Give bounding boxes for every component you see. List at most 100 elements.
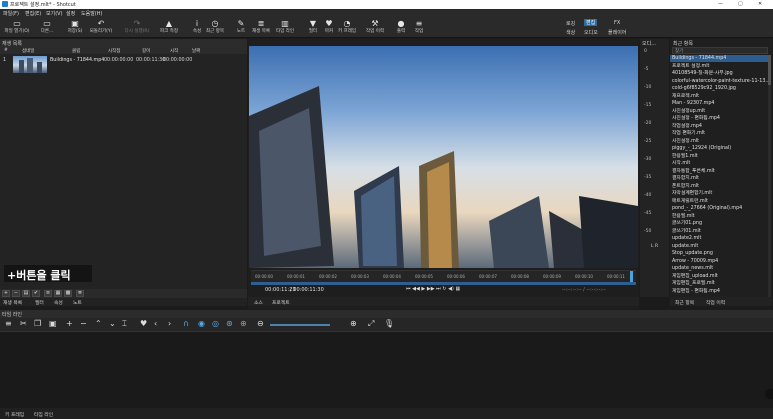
- remove-icon[interactable]: −: [80, 319, 87, 328]
- icons-view-button[interactable]: ▩: [64, 290, 72, 297]
- playlist-button[interactable]: ≣ 재생 목록: [250, 19, 272, 37]
- peak-meter-button[interactable]: ▲ 피크 측정: [158, 19, 180, 37]
- recent-item[interactable]: 글쓰기01.png: [670, 220, 768, 227]
- tab-timeline[interactable]: 타임 라인: [34, 411, 53, 418]
- zoom-slider-icon[interactable]: [270, 324, 330, 326]
- copy-icon[interactable]: ❐: [34, 319, 41, 328]
- check-button[interactable]: ✔: [32, 290, 40, 297]
- cut-icon[interactable]: ✂: [20, 319, 27, 328]
- append-icon[interactable]: +: [66, 319, 73, 328]
- menu-button[interactable]: ≣: [76, 290, 84, 297]
- recent-item[interactable]: 결자통합_푸른체.mlt: [670, 168, 768, 175]
- jobs-button[interactable]: ≡ 작업: [408, 19, 430, 37]
- recent-item[interactable]: cold-g6f8529c92_1920.jpg: [670, 85, 768, 92]
- recent-item[interactable]: 재프로젝.mlt: [670, 93, 768, 100]
- close-button[interactable]: ✕: [758, 1, 762, 7]
- recent-item[interactable]: update2.mlt: [670, 235, 768, 242]
- minimize-button[interactable]: —: [718, 1, 723, 7]
- recent-item[interactable]: 글쓰기01.mlt: [670, 228, 768, 235]
- tab-project[interactable]: 프로젝트: [272, 299, 290, 306]
- zoom-out-icon[interactable]: ⊖: [257, 319, 264, 328]
- folder-button[interactable]: ▭ 파일 열기(O): [4, 19, 30, 37]
- remove-button[interactable]: −: [12, 290, 20, 297]
- layout-player[interactable]: 플레이어: [608, 29, 626, 36]
- col-number[interactable]: #: [4, 48, 8, 53]
- play-icon[interactable]: ▶: [421, 286, 425, 292]
- notes-button[interactable]: ✎ 노트: [230, 19, 252, 37]
- recent-item[interactable]: 작업 편화기.mlt: [670, 130, 768, 137]
- tab-source[interactable]: 소스: [254, 299, 263, 306]
- recent-item[interactable]: 프로젝트 설정.mlt: [670, 63, 768, 70]
- recent-item[interactable]: Stop_update.png: [670, 250, 768, 257]
- tab-playlist[interactable]: 재생 목록: [3, 299, 22, 306]
- recent-item[interactable]: 매트게릴트런.mlt: [670, 198, 768, 205]
- keyframe-button[interactable]: ◔ 키 프레임: [336, 19, 358, 37]
- marker-icon[interactable]: ♥: [140, 319, 147, 328]
- timeline-area[interactable]: [0, 331, 773, 408]
- layout-fx[interactable]: FX: [614, 20, 620, 26]
- skip-to-start-icon[interactable]: ⏮: [406, 286, 411, 292]
- layout-logging[interactable]: 로깅: [566, 20, 575, 27]
- recent-scrollbar[interactable]: [768, 55, 771, 297]
- tab-recent[interactable]: 최근 항목: [675, 299, 694, 306]
- volume-icon[interactable]: ◀): [448, 286, 454, 292]
- overwrite-icon[interactable]: ⌄: [109, 319, 116, 328]
- maximize-button[interactable]: ▢: [738, 1, 743, 7]
- history-button[interactable]: ⚒ 작업 이력: [364, 19, 386, 37]
- tab-filters[interactable]: 필터: [35, 299, 44, 306]
- menu-help[interactable]: 도움말(H): [81, 10, 102, 17]
- timeline-button[interactable]: ▥ 타임 라인: [274, 19, 296, 37]
- monitor-button[interactable]: ▭ 다른...: [34, 19, 60, 37]
- loop-icon[interactable]: ↻: [442, 286, 446, 292]
- recent-item[interactable]: update.mlt: [670, 243, 768, 250]
- zoom-in-icon[interactable]: ⊕: [350, 319, 357, 328]
- recent-item[interactable]: 결자합치.mlt: [670, 175, 768, 182]
- tiles-view-button[interactable]: ▦: [54, 290, 62, 297]
- paste-icon[interactable]: ▣: [49, 319, 57, 328]
- floating-button[interactable]: [765, 389, 773, 399]
- tab-history[interactable]: 작업 이력: [706, 299, 725, 306]
- details-view-button[interactable]: ≡: [44, 290, 52, 297]
- split-icon[interactable]: ⌶: [122, 319, 127, 329]
- timeline-ruler[interactable]: 00:00:00 00:00:01 00:00:02 00:00:03 00:00:04…: [251, 270, 636, 283]
- recent-item[interactable]: 사진설정up.mlt: [670, 108, 768, 115]
- update-button[interactable]: ▤: [22, 290, 30, 297]
- recent-item[interactable]: 시작.mlt: [670, 160, 768, 167]
- recent-item[interactable]: pond_-_27664 (Original).mp4: [670, 205, 768, 212]
- scrub-bar[interactable]: [251, 282, 636, 285]
- menu-edit[interactable]: 편집(E): [25, 10, 41, 17]
- redo-button[interactable]: ↷ 다시 실행(R): [120, 19, 154, 37]
- recent-item[interactable]: Man - 92307.mp4: [670, 100, 768, 107]
- menu-view[interactable]: 보기(V): [46, 10, 63, 17]
- ripple-all-icon[interactable]: ⊛: [226, 319, 233, 328]
- recent-item[interactable]: 폰트합치.mlt: [670, 183, 768, 190]
- recent-item[interactable]: 게임편집_프로필.mlt: [670, 280, 768, 287]
- recent-item[interactable]: piggy_-_12924 (Original): [670, 145, 768, 152]
- tab-keyframes[interactable]: 키 프레임: [5, 411, 24, 418]
- undo-button[interactable]: ↶ 되돌리기(Y): [88, 19, 114, 37]
- grid-icon[interactable]: ▦: [455, 286, 460, 292]
- recent-item[interactable]: 게임편집 - 편화됨.mp4: [670, 288, 768, 295]
- prev-marker-icon[interactable]: ‹: [154, 319, 157, 328]
- recent-item[interactable]: 사진설정 - 편화됨.mp4: [670, 115, 768, 122]
- recent-item[interactable]: 작업설정.mp4: [670, 123, 768, 130]
- layout-color[interactable]: 색상: [566, 29, 575, 36]
- recent-item[interactable]: 40108549-칠-화문-사무.jpg: [670, 70, 768, 77]
- menu-file[interactable]: 파일(F): [3, 10, 19, 17]
- menu-settings[interactable]: 설정: [66, 10, 75, 17]
- layout-audio[interactable]: 오디오: [584, 29, 598, 36]
- recent-item[interactable]: Buildings - 71844.mp4: [670, 55, 768, 62]
- tab-notes[interactable]: 노트: [73, 299, 82, 306]
- ripple-icon[interactable]: ◎: [212, 319, 219, 328]
- menu-icon[interactable]: ≡: [5, 319, 12, 328]
- next-marker-icon[interactable]: ›: [168, 319, 171, 328]
- record-audio-icon[interactable]: 🎙: [384, 319, 394, 328]
- recent-item[interactable]: 사진설정.mlt: [670, 138, 768, 145]
- snap-icon[interactable]: ∩: [183, 319, 189, 328]
- tab-properties[interactable]: 속성: [54, 299, 63, 306]
- recent-item[interactable]: 자막설계편합기.mlt: [670, 190, 768, 197]
- fast-forward-icon[interactable]: ▶▶: [427, 286, 435, 292]
- add-button[interactable]: +: [2, 290, 10, 297]
- ripple-markers-icon[interactable]: ⊕: [240, 319, 247, 328]
- recent-item[interactable]: update_news.mlt: [670, 265, 768, 272]
